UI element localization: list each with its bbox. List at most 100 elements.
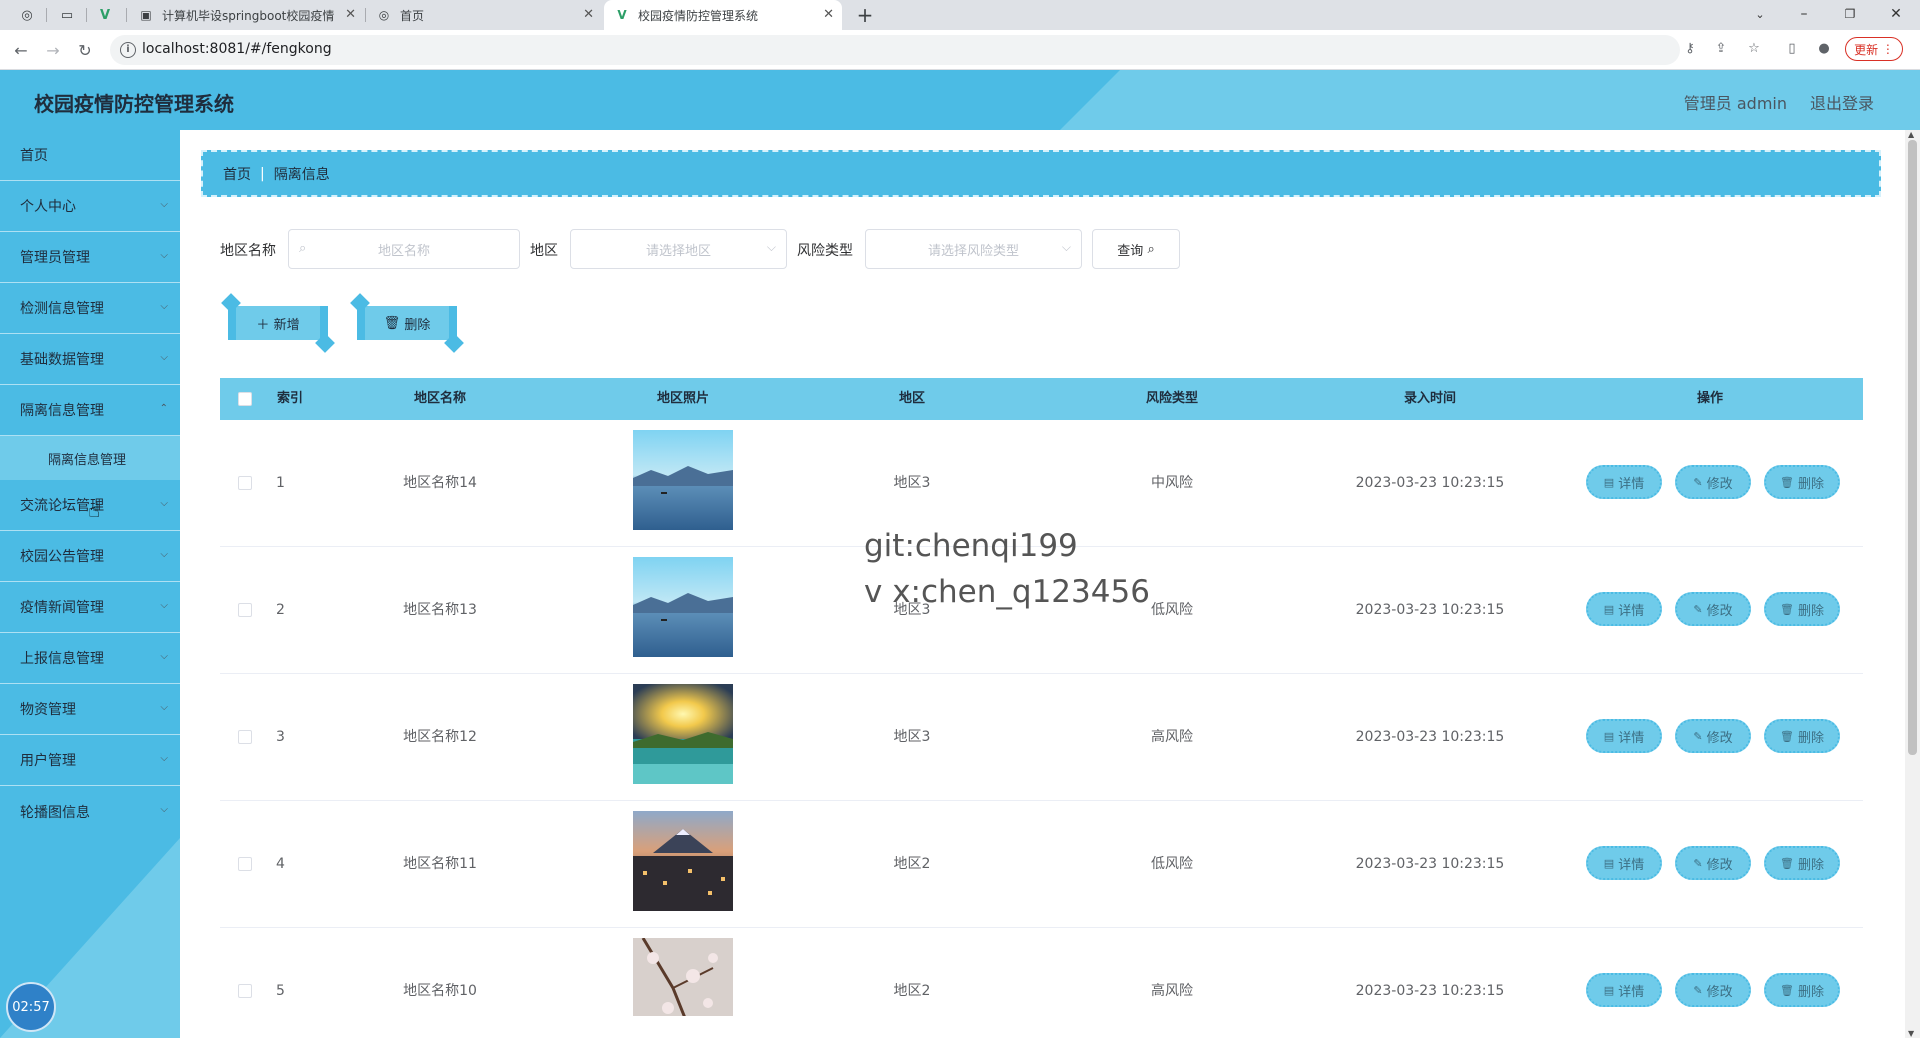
close-icon[interactable]: ✕: [583, 7, 594, 22]
delete-label: 删除: [1797, 603, 1824, 619]
tab-project[interactable]: ▣ 计算机毕设springboot校园疫情 ✕: [128, 0, 364, 30]
update-button[interactable]: 更新 ⋮: [1845, 37, 1903, 61]
sidebar-item-profile[interactable]: 个人中心 ⌵: [0, 181, 180, 232]
sidebar-item-home[interactable]: 首页: [0, 130, 180, 181]
sidebar-item-admins[interactable]: 管理员管理 ⌵: [0, 232, 180, 283]
detail-button[interactable]: ▤ 详情: [1586, 973, 1662, 1007]
delete-label: 删除: [1797, 730, 1824, 746]
breadcrumb-home[interactable]: 首页: [223, 164, 251, 184]
cell-region-name: 地区名称10: [403, 983, 477, 999]
sidebar-item-supplies[interactable]: 物资管理 ⌵: [0, 684, 180, 735]
pencil-icon: ✎: [1693, 602, 1703, 616]
detail-button[interactable]: ▤ 详情: [1586, 846, 1662, 880]
cell-region-name: 地区名称11: [403, 856, 477, 872]
query-button[interactable]: 查询 ⌕: [1092, 229, 1180, 269]
sidebar-item-basic-data[interactable]: 基础数据管理 ⌵: [0, 334, 180, 385]
detail-button[interactable]: ▤ 详情: [1586, 719, 1662, 753]
row-checkbox[interactable]: [238, 984, 252, 998]
scroll-down-icon[interactable]: ▼: [1908, 1029, 1914, 1038]
url-field[interactable]: i localhost:8081/#/fengkong: [110, 35, 1680, 65]
add-button[interactable]: ＋ 新增: [228, 306, 328, 340]
blank-page-icon[interactable]: ▭: [56, 5, 78, 25]
trash-icon: 🗑: [1780, 729, 1794, 743]
scrollbar-thumb[interactable]: [1908, 140, 1917, 755]
forward-icon[interactable]: →: [42, 39, 64, 61]
sidebar-item-testing[interactable]: 检测信息管理 ⌵: [0, 283, 180, 334]
logout-link[interactable]: 退出登录: [1810, 90, 1874, 114]
reload-icon[interactable]: ↻: [74, 39, 96, 61]
back-icon[interactable]: ←: [10, 39, 32, 61]
batch-delete-button[interactable]: 🗑 删除: [357, 306, 457, 340]
delete-button[interactable]: 🗑 删除: [1764, 592, 1840, 626]
delete-button[interactable]: 🗑 删除: [1764, 973, 1840, 1007]
vue-icon[interactable]: V: [94, 5, 116, 25]
address-bar: ← → ↻ i localhost:8081/#/fengkong ⚷ ⇪ ☆ …: [0, 30, 1920, 70]
city-image: [633, 811, 733, 911]
delete-button[interactable]: 🗑 删除: [1764, 465, 1840, 499]
query-label: 查询: [1117, 243, 1144, 259]
side-panel-icon[interactable]: ▯: [1783, 39, 1801, 57]
header-decoration: [1060, 70, 1920, 130]
sidebar-item-isolation[interactable]: 隔离信息管理 ⌃: [0, 385, 180, 436]
key-icon[interactable]: ⚷: [1681, 39, 1699, 57]
window-close-icon[interactable]: ✕: [1876, 2, 1916, 26]
sidebar-item-label: 基础数据管理: [20, 352, 104, 368]
cell-entry-time: 2023-03-23 10:23:15: [1355, 856, 1505, 872]
header-entry-time: 录入时间: [1403, 391, 1456, 406]
delete-button[interactable]: 🗑 删除: [1764, 846, 1840, 880]
scroll-up-icon[interactable]: ▲: [1908, 130, 1914, 139]
region-name-input[interactable]: ⌕ 地区名称: [288, 229, 520, 269]
sidebar-item-news[interactable]: 疫情新闻管理 ⌵: [0, 582, 180, 633]
sidebar-item-users[interactable]: 用户管理 ⌵: [0, 735, 180, 786]
region-photo-city: [633, 811, 733, 911]
edit-button[interactable]: ✎ 修改: [1675, 465, 1751, 499]
submenu-item-isolation-manage[interactable]: 隔离信息管理: [0, 436, 180, 480]
region-photo-lake: [633, 430, 733, 530]
edit-button[interactable]: ✎ 修改: [1675, 719, 1751, 753]
edit-button[interactable]: ✎ 修改: [1675, 592, 1751, 626]
new-tab-icon[interactable]: +: [854, 3, 876, 27]
restore-icon[interactable]: ❐: [1830, 2, 1870, 26]
chevron-down-icon: ⌵: [160, 549, 168, 560]
globe-icon[interactable]: ◎: [16, 5, 38, 25]
region-select[interactable]: 请选择地区 ⌵: [570, 229, 787, 269]
close-icon[interactable]: ✕: [345, 7, 356, 22]
site-info-icon[interactable]: i: [120, 42, 136, 58]
tab-active-system[interactable]: V 校园疫情防控管理系统 ✕: [604, 0, 842, 30]
header-region-name: 地区名称: [413, 391, 466, 406]
vertical-scrollbar[interactable]: ▲ ▼: [1905, 130, 1920, 1038]
edit-button[interactable]: ✎ 修改: [1675, 846, 1751, 880]
document-icon: ▤: [1603, 856, 1615, 870]
sidebar-item-carousel[interactable]: 轮播图信息 ⌵: [0, 786, 180, 837]
sidebar-item-label: 管理员管理: [20, 250, 90, 266]
region-name-placeholder: 地区名称: [377, 243, 430, 259]
tab-search-icon[interactable]: ⌄: [1740, 2, 1780, 26]
header-index: 索引: [276, 391, 303, 406]
minimize-icon[interactable]: –: [1784, 2, 1824, 26]
row-checkbox[interactable]: [238, 476, 252, 490]
close-icon[interactable]: ✕: [823, 7, 834, 22]
row-checkbox[interactable]: [238, 730, 252, 744]
edit-label: 修改: [1706, 603, 1733, 619]
cell-index: 3: [276, 729, 285, 745]
sidebar-item-announcements[interactable]: 校园公告管理 ⌵: [0, 531, 180, 582]
tab-home[interactable]: ◎ 首页 ✕: [366, 0, 602, 30]
detail-button[interactable]: ▤ 详情: [1586, 465, 1662, 499]
risk-type-select[interactable]: 请选择风险类型 ⌵: [865, 229, 1082, 269]
cell-risk-type: 高风险: [1151, 983, 1193, 999]
chevron-down-icon: ⌵: [766, 240, 776, 254]
cell-index: 4: [276, 856, 285, 872]
detail-button[interactable]: ▤ 详情: [1586, 592, 1662, 626]
row-checkbox[interactable]: [238, 603, 252, 617]
bookmark-star-icon[interactable]: ☆: [1745, 39, 1763, 57]
share-icon[interactable]: ⇪: [1712, 39, 1730, 57]
table-row: 3 地区名称12 地区3 高风险 2023-03-23 10:23:15 ▤ 详情…: [220, 674, 1863, 801]
edit-button[interactable]: ✎ 修改: [1675, 973, 1751, 1007]
sidebar-item-reports[interactable]: 上报信息管理 ⌵: [0, 633, 180, 684]
tab-divider: [86, 8, 87, 22]
delete-button[interactable]: 🗑 删除: [1764, 719, 1840, 753]
region-name-label: 地区名称: [220, 243, 276, 259]
row-checkbox[interactable]: [238, 857, 252, 871]
select-all-checkbox[interactable]: [238, 392, 252, 406]
profile-icon[interactable]: ●: [1815, 39, 1833, 57]
